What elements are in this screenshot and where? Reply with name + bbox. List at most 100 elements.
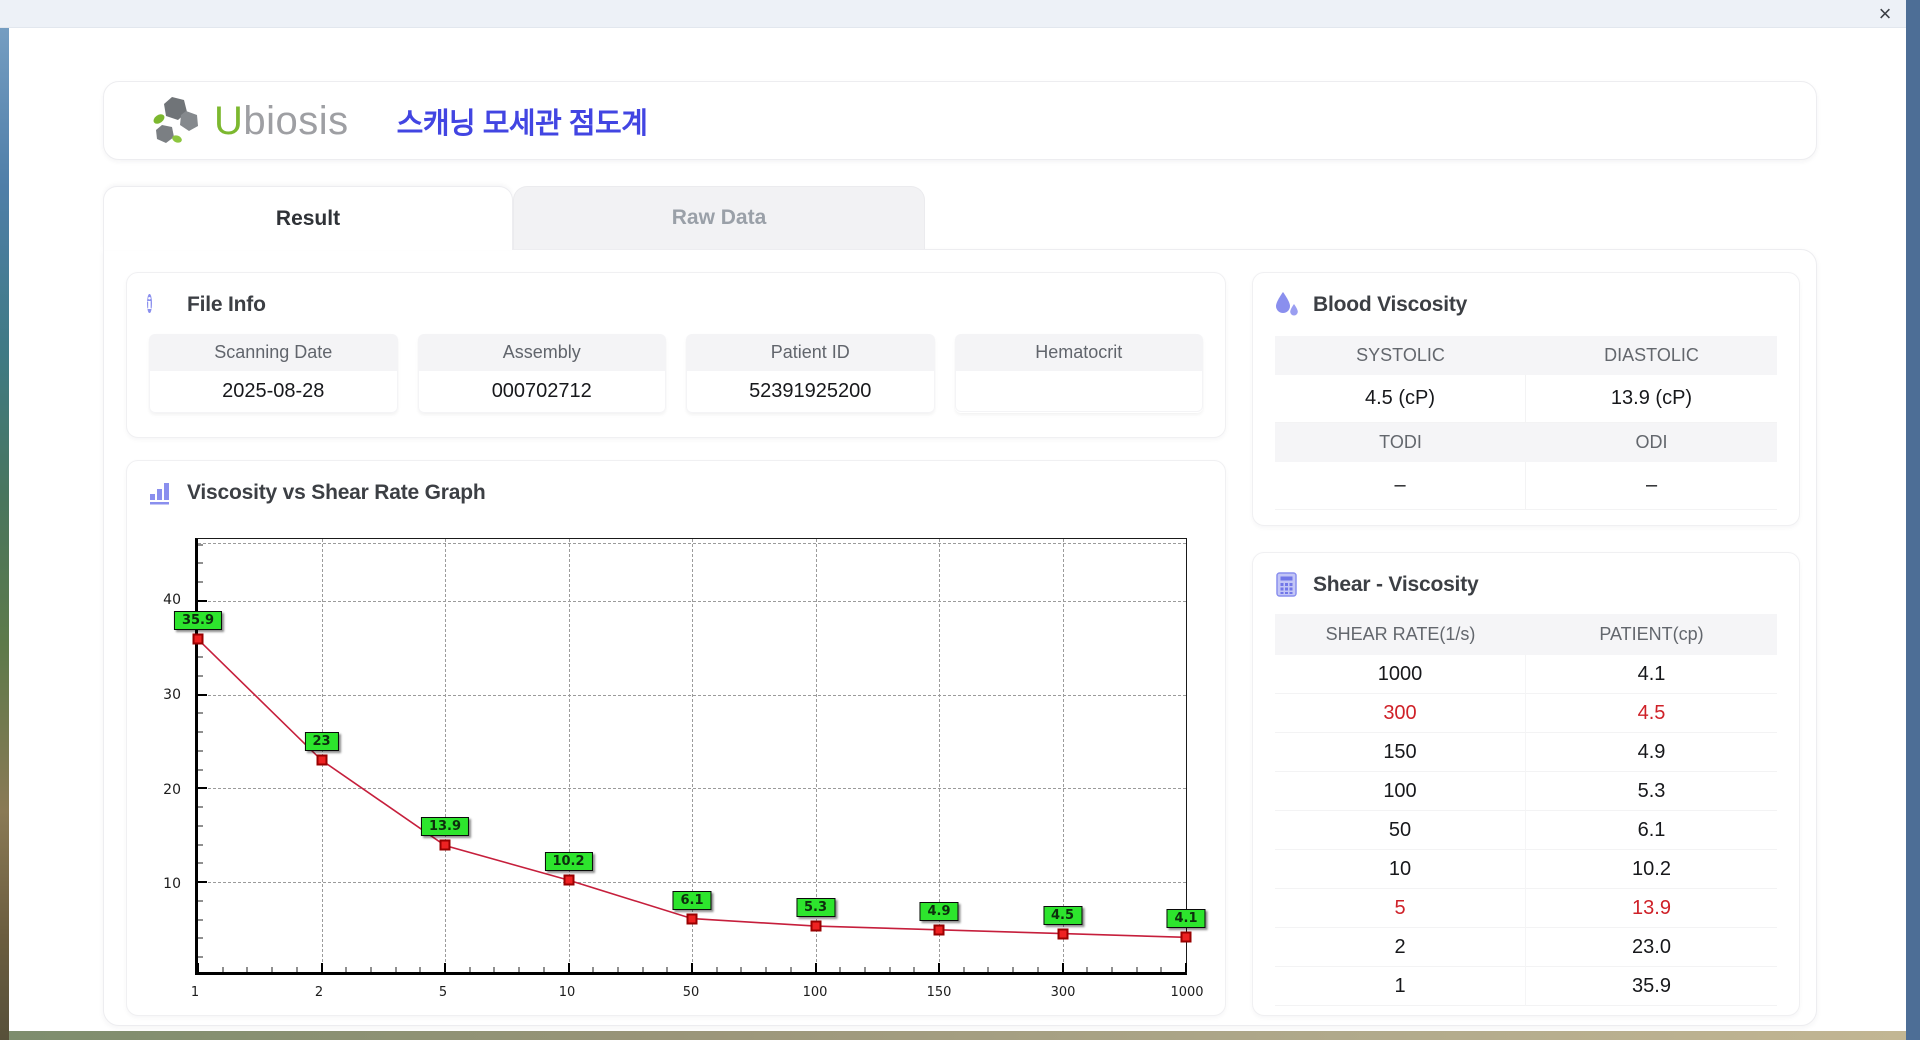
app-window: Ubiosis 스캐닝 모세관 점도계 Result Raw Data i Fi… [9, 28, 1906, 1031]
ubiosis-mark-icon [150, 95, 206, 147]
bv-value-cell: – [1275, 462, 1526, 510]
x-axis-tick-label: 300 [1050, 985, 1076, 1000]
table-row: 2 23.0 [1275, 928, 1777, 967]
x-axis-tick-label: 1000 [1170, 985, 1204, 1000]
y-axis-tick-label: 10 [163, 876, 181, 893]
table-row: 10 10.2 [1275, 850, 1777, 889]
data-point-marker [1057, 928, 1068, 940]
close-icon[interactable]: × [1872, 1, 1898, 27]
data-point-marker [933, 924, 945, 936]
table-row: 50 6.1 [1275, 811, 1777, 850]
patient-viscosity-cell: 4.5 [1526, 694, 1777, 733]
graph-title: Viscosity vs Shear Rate Graph [187, 480, 486, 504]
patient-viscosity-cell: 23.0 [1526, 928, 1777, 967]
patient-viscosity-cell: 4.9 [1526, 733, 1777, 772]
viscosity-chart: 10 20 30 40 35.9 23 13.9 10.2 6.1 5.3 4.9 4.5 4.1 1… [127, 521, 1227, 1011]
file-info-field: Assembly 000702712 [417, 334, 666, 413]
patient-viscosity-cell: 10.2 [1526, 850, 1777, 889]
data-point-marker [810, 920, 821, 932]
blood-viscosity-title: Blood Viscosity [1313, 292, 1468, 316]
table-row: 100 5.3 [1275, 772, 1777, 811]
field-label: Scanning Date [149, 334, 398, 371]
file-info-card: i File Info Scanning Date 2025-08-28 Assem… [126, 272, 1226, 438]
y-axis-tick-label: 20 [163, 781, 181, 798]
data-point-label: 5.3 [795, 898, 836, 918]
shear-viscosity-table: SHEAR RATE(1/s) PATIENT(cp) 1000 4.1 300 4.… [1275, 614, 1777, 1006]
data-point-label: 35.9 [173, 611, 223, 631]
blood-viscosity-title-row: Blood Viscosity [1253, 273, 1799, 328]
table-row: 1000 4.1 [1275, 655, 1777, 694]
patient-viscosity-cell: 13.9 [1526, 889, 1777, 928]
chart-y-axis: 10 20 30 40 [127, 538, 189, 975]
field-value [954, 371, 1203, 412]
file-info-fields: Scanning Date 2025-08-28 Assembly 000702712… [127, 328, 1225, 413]
bv-value-cell: 13.9 (cP) [1526, 375, 1777, 423]
data-point-label: 4.5 [1042, 905, 1083, 925]
header-card: Ubiosis 스캐닝 모세관 점도계 [103, 81, 1817, 160]
bv-header-cell: DIASTOLIC [1526, 336, 1777, 375]
file-info-title: File Info [187, 292, 266, 316]
shear-rate-cell: 5 [1275, 889, 1526, 928]
patient-viscosity-cell: 4.1 [1526, 655, 1777, 694]
data-point-marker [1180, 931, 1192, 943]
data-point-label: 4.9 [919, 901, 959, 921]
logo-letters-rest: biosis [243, 98, 349, 143]
patient-viscosity-cell: 6.1 [1526, 811, 1777, 850]
file-info-field: Patient ID 52391925200 [686, 334, 935, 413]
data-point-label: 13.9 [420, 817, 470, 837]
patient-viscosity-cell: 35.9 [1526, 967, 1777, 1006]
calculator-icon [1273, 571, 1300, 598]
table-row: 300 4.5 [1275, 694, 1777, 733]
chart-plot-area: 35.9 23 13.9 10.2 6.1 5.3 4.9 4.5 4.1 [173, 538, 1206, 975]
shear-rate-cell: 1000 [1275, 655, 1526, 694]
data-point-marker [686, 913, 698, 925]
data-point-marker [316, 754, 327, 766]
x-axis-tick-label: 10 [558, 985, 576, 1000]
bv-header-cell: ODI [1526, 423, 1777, 462]
tab-raw-data[interactable]: Raw Data [513, 186, 925, 249]
field-label: Assembly [417, 334, 666, 371]
data-point-label: 23 [304, 732, 339, 752]
table-row: 5 13.9 [1275, 889, 1777, 928]
table-row: 1 35.9 [1275, 967, 1777, 1006]
ubiosis-logo: Ubiosis [150, 95, 349, 147]
bv-header-cell: SYSTOLIC [1275, 336, 1526, 375]
table-row: 150 4.9 [1275, 733, 1777, 772]
shear-viscosity-title: Shear - Viscosity [1313, 572, 1479, 596]
desktop-background-right [1906, 0, 1920, 1040]
shear-viscosity-title-row: Shear - Viscosity [1253, 553, 1799, 608]
graph-card: Viscosity vs Shear Rate Graph 10 20 30 40 3… [126, 460, 1226, 1016]
x-axis-tick-label: 150 [926, 985, 952, 1000]
shear-viscosity-header-row: SHEAR RATE(1/s) PATIENT(cp) [1275, 614, 1777, 655]
info-icon: i [147, 294, 152, 313]
file-info-title-row: i File Info [127, 273, 1225, 328]
shear-viscosity-card: Shear - Viscosity SHEAR RATE(1/s) PATIEN… [1252, 552, 1800, 1016]
shear-rate-cell: 100 [1275, 772, 1526, 811]
tab-result[interactable]: Result [103, 186, 513, 250]
tab-bar: Result Raw Data [103, 186, 925, 250]
bv-header-cell: TODI [1275, 423, 1526, 462]
y-axis-tick-label: 30 [163, 687, 181, 704]
data-point-label: 10.2 [544, 852, 593, 872]
chart-x-axis: 1 2 5 10 50 100 150 300 1000 [191, 981, 1204, 1003]
shear-rate-cell: 150 [1275, 733, 1526, 772]
data-point-marker [192, 633, 204, 645]
file-info-field: Hematocrit [954, 334, 1203, 413]
x-axis-tick-label: 50 [682, 985, 700, 1000]
blood-viscosity-card: Blood Viscosity SYSTOLIC DIASTOLIC 4.5 (cP… [1252, 272, 1800, 526]
x-axis-tick-label: 5 [438, 985, 448, 1000]
content-panel: i File Info Scanning Date 2025-08-28 Assem… [103, 249, 1817, 1026]
field-label: Hematocrit [954, 334, 1203, 371]
field-value: 2025-08-28 [149, 371, 398, 413]
field-value: 52391925200 [686, 371, 935, 413]
shear-rate-column-header: SHEAR RATE(1/s) [1275, 614, 1526, 655]
bar-chart-icon [147, 479, 174, 506]
x-axis-tick-label: 2 [314, 985, 324, 1000]
shear-rate-cell: 10 [1275, 850, 1526, 889]
patient-viscosity-cell: 5.3 [1526, 772, 1777, 811]
shear-rate-cell: 300 [1275, 694, 1526, 733]
shear-rate-cell: 50 [1275, 811, 1526, 850]
data-point-marker [439, 839, 451, 851]
desktop-background-bottom [9, 1031, 1906, 1040]
logo-text: Ubiosis [214, 101, 349, 141]
